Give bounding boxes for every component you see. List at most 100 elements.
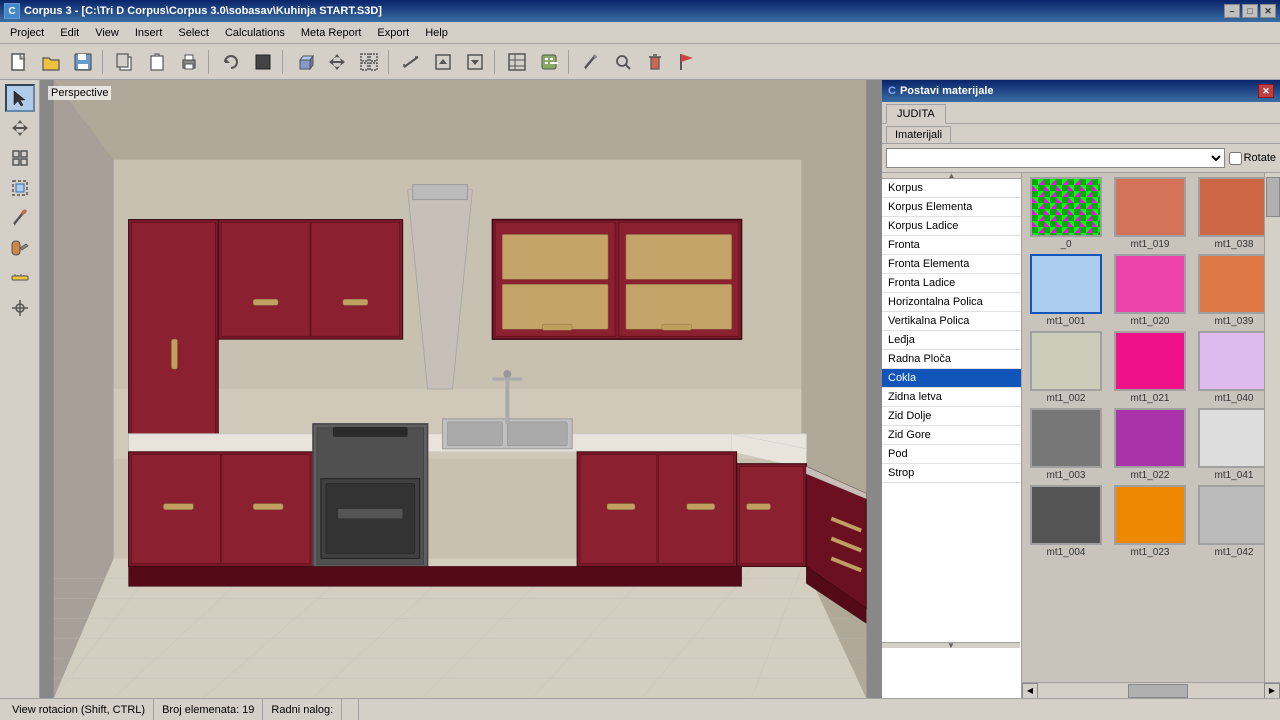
category-zid-dolje[interactable]: Zid Dolje xyxy=(882,407,1021,426)
h-scroll-left[interactable]: ◀ xyxy=(1022,683,1038,699)
toolbar-new[interactable] xyxy=(4,48,34,76)
toolbar-3d[interactable] xyxy=(290,48,320,76)
panel-subtab-bar: Imaterijali xyxy=(882,124,1280,144)
minimize-button[interactable]: – xyxy=(1224,4,1240,18)
tool-multiselect[interactable] xyxy=(5,174,35,202)
category-cokla[interactable]: Cokla xyxy=(882,369,1021,388)
tool-select[interactable] xyxy=(5,84,35,112)
main-area: Perspective xyxy=(0,80,1280,698)
toolbar-table[interactable] xyxy=(502,48,532,76)
close-button[interactable]: ✕ xyxy=(1260,4,1276,18)
swatch-mt1-041[interactable]: mt1_041 xyxy=(1194,408,1264,481)
rotate-checkbox[interactable] xyxy=(1229,152,1242,165)
toolbar-group[interactable] xyxy=(354,48,384,76)
swatch-mt1-019[interactable]: mt1_019 xyxy=(1110,177,1190,250)
category-zidna-letva[interactable]: Zidna letva xyxy=(882,388,1021,407)
swatch-mt1-038[interactable]: mt1_038 xyxy=(1194,177,1264,250)
status-radni: Radni nalog: xyxy=(263,699,342,720)
category-ledja[interactable]: Leđja xyxy=(882,331,1021,350)
title-bar: C Corpus 3 - [C:\Tri D Corpus\Corpus 3.0… xyxy=(0,0,1280,22)
menu-edit[interactable]: Edit xyxy=(52,25,87,41)
menu-help[interactable]: Help xyxy=(417,25,456,41)
swatch-mt1-023[interactable]: mt1_023 xyxy=(1110,485,1190,558)
toolbar-export[interactable] xyxy=(460,48,490,76)
h-scroll-track[interactable] xyxy=(1038,683,1264,698)
toolbar-zoom[interactable] xyxy=(608,48,638,76)
toolbar-pencil[interactable] xyxy=(576,48,606,76)
scrollbar-thumb-up[interactable] xyxy=(1266,177,1280,217)
tool-measure-tape[interactable] xyxy=(5,264,35,292)
tool-crosshair[interactable] xyxy=(5,294,35,322)
material-content: ▲ Korpus Korpus Elementa Korpus Ladice F… xyxy=(882,173,1280,698)
category-vertikalna-polica[interactable]: Vertikalna Polica xyxy=(882,312,1021,331)
tool-grid[interactable] xyxy=(5,144,35,172)
category-horizontalna-polica[interactable]: Horizontalna Polica xyxy=(882,293,1021,312)
toolbar-delete[interactable] xyxy=(640,48,670,76)
toolbar-print[interactable] xyxy=(174,48,204,76)
swatch-mt1-003[interactable]: mt1_003 xyxy=(1026,408,1106,481)
toolbar-paste[interactable] xyxy=(142,48,172,76)
toolbar-measure[interactable] xyxy=(396,48,426,76)
kitchen-scene xyxy=(40,80,880,698)
toolbar-open[interactable] xyxy=(36,48,66,76)
toolbar-undo[interactable] xyxy=(216,48,246,76)
menu-view[interactable]: View xyxy=(87,25,127,41)
swatch-mt1-021[interactable]: mt1_021 xyxy=(1110,331,1190,404)
category-fronta-elementa[interactable]: Fronta Elementa xyxy=(882,255,1021,274)
swatch-mt1-004[interactable]: mt1_004 xyxy=(1026,485,1106,558)
material-grid: _0 mt1_019 mt1_038 xyxy=(1026,177,1260,558)
menu-select[interactable]: Select xyxy=(170,25,217,41)
category-pod[interactable]: Pod xyxy=(882,445,1021,464)
toolbar-calc[interactable] xyxy=(534,48,564,76)
panel-close-button[interactable]: ✕ xyxy=(1258,84,1274,98)
category-strop[interactable]: Strop xyxy=(882,464,1021,483)
panel-tab-judita[interactable]: JUDITA xyxy=(886,104,946,124)
menu-insert[interactable]: Insert xyxy=(127,25,171,41)
h-scroll-right[interactable]: ▶ xyxy=(1264,683,1280,699)
category-list: ▲ Korpus Korpus Elementa Korpus Ladice F… xyxy=(882,173,1022,698)
swatch-mt1-042[interactable]: mt1_042 xyxy=(1194,485,1264,558)
toolbar-flag[interactable] xyxy=(672,48,702,76)
tool-move-arrows[interactable] xyxy=(5,114,35,142)
category-radna-ploca[interactable]: Radna Ploča xyxy=(882,350,1021,369)
category-fronta[interactable]: Fronta xyxy=(882,236,1021,255)
viewport[interactable]: Perspective xyxy=(40,80,880,698)
swatch-mt1-001[interactable]: mt1_001 xyxy=(1026,254,1106,327)
category-korpus[interactable]: Korpus xyxy=(882,179,1021,198)
h-scroll-thumb[interactable] xyxy=(1128,684,1188,698)
toolbar-move[interactable] xyxy=(322,48,352,76)
toolbar-sep6 xyxy=(568,50,572,74)
menu-calculations[interactable]: Calculations xyxy=(217,25,293,41)
category-korpus-ladice[interactable]: Korpus Ladice xyxy=(882,217,1021,236)
menu-export[interactable]: Export xyxy=(369,25,417,41)
swatch-mt1-022[interactable]: mt1_022 xyxy=(1110,408,1190,481)
category-fronta-ladice[interactable]: Fronta Ladice xyxy=(882,274,1021,293)
toolbar-sep5 xyxy=(494,50,498,74)
left-toolbox xyxy=(0,80,40,698)
swatch-mt1-002[interactable]: mt1_002 xyxy=(1026,331,1106,404)
status-radni-value xyxy=(342,699,359,720)
category-zid-gore[interactable]: Zid Gore xyxy=(882,426,1021,445)
tool-bucket[interactable] xyxy=(5,234,35,262)
toolbar-import[interactable] xyxy=(428,48,458,76)
swatch-mt1-020[interactable]: mt1_020 xyxy=(1110,254,1190,327)
tool-paint[interactable] xyxy=(5,204,35,232)
category-korpus-elementa[interactable]: Korpus Elementa xyxy=(882,198,1021,217)
toolbar-sep2 xyxy=(208,50,212,74)
maximize-button[interactable]: □ xyxy=(1242,4,1258,18)
panel-subtab-imaterijali[interactable]: Imaterijali xyxy=(886,126,951,143)
status-bar: View rotacion (Shift, CTRL) Broj elemena… xyxy=(0,698,1280,720)
toolbar-sep1 xyxy=(102,50,106,74)
toolbar-box[interactable] xyxy=(248,48,278,76)
swatch-mt1-040[interactable]: mt1_040 xyxy=(1194,331,1264,404)
menu-project[interactable]: Project xyxy=(2,25,52,41)
toolbar-save[interactable] xyxy=(68,48,98,76)
app-title: Corpus 3 - [C:\Tri D Corpus\Corpus 3.0\s… xyxy=(24,5,1224,17)
swatch-0[interactable]: _0 xyxy=(1026,177,1106,250)
toolbar-copy[interactable] xyxy=(110,48,140,76)
material-grid-scrollbar[interactable] xyxy=(1264,173,1280,682)
material-dropdown[interactable] xyxy=(886,148,1225,168)
menu-meta-report[interactable]: Meta Report xyxy=(293,25,370,41)
swatch-mt1-039[interactable]: mt1_039 xyxy=(1194,254,1264,327)
panel-controls: Rotate xyxy=(882,144,1280,173)
